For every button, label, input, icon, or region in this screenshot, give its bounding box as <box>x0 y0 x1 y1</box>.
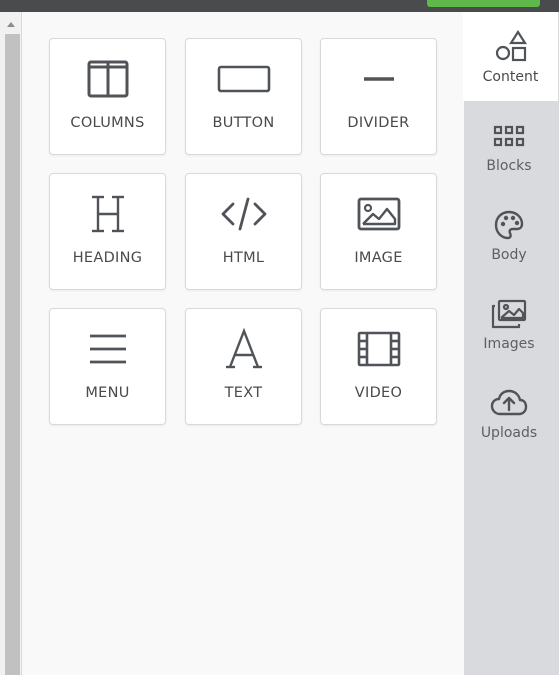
menu-icon <box>50 327 165 371</box>
tool-label: HEADING <box>72 250 143 266</box>
text-icon <box>186 327 301 371</box>
tool-label: VIDEO <box>354 385 403 401</box>
sidebar-item-uploads[interactable]: Uploads <box>464 368 554 457</box>
content-tools-panel: COLUMNS BUTTON DIVIDER HEADING HTML IMAG… <box>23 12 464 675</box>
scroll-up-arrow[interactable] <box>7 22 15 27</box>
tool-label: TEXT <box>224 385 263 401</box>
code-icon <box>186 192 301 236</box>
sidebar-item-images[interactable]: Images <box>464 279 554 368</box>
tool-label: COLUMNS <box>70 115 145 131</box>
tool-label: DIVIDER <box>347 115 410 131</box>
scroll-thumb[interactable] <box>5 34 20 675</box>
tool-label: IMAGE <box>354 250 403 266</box>
tool-button[interactable]: BUTTON <box>185 38 302 155</box>
columns-icon <box>50 57 165 101</box>
save-button[interactable] <box>427 0 540 7</box>
film-icon <box>321 327 436 371</box>
divider-icon <box>321 57 436 101</box>
images-icon <box>464 296 554 332</box>
tool-image[interactable]: IMAGE <box>320 173 437 290</box>
heading-icon <box>50 192 165 236</box>
grid-icon <box>464 118 554 154</box>
sidebar-item-label: Images <box>483 336 535 352</box>
tool-text[interactable]: TEXT <box>185 308 302 425</box>
sidebar-item-label: Body <box>491 247 527 263</box>
scrollbar[interactable] <box>0 12 22 675</box>
top-bar <box>0 0 559 12</box>
shapes-icon <box>463 29 558 65</box>
sidebar-item-body[interactable]: Body <box>464 190 554 279</box>
tool-columns[interactable]: COLUMNS <box>49 38 166 155</box>
cloud-upload-icon <box>464 385 554 421</box>
sidebar-item-label: Uploads <box>480 425 538 441</box>
sidebar-item-blocks[interactable]: Blocks <box>464 101 554 190</box>
sidebar-item-content[interactable]: Content <box>463 12 558 101</box>
sidebar: Content Blocks Body Images Uploads <box>463 12 559 675</box>
sidebar-item-label: Blocks <box>486 158 532 174</box>
sidebar-item-label: Content <box>482 69 539 85</box>
tool-label: BUTTON <box>212 115 275 131</box>
tool-heading[interactable]: HEADING <box>49 173 166 290</box>
tool-label: MENU <box>85 385 130 401</box>
tool-label: HTML <box>222 250 265 266</box>
button-icon <box>186 57 301 101</box>
tool-menu[interactable]: MENU <box>49 308 166 425</box>
tool-divider[interactable]: DIVIDER <box>320 38 437 155</box>
image-icon <box>321 192 436 236</box>
tool-html[interactable]: HTML <box>185 173 302 290</box>
palette-icon <box>464 207 554 243</box>
tool-video[interactable]: VIDEO <box>320 308 437 425</box>
